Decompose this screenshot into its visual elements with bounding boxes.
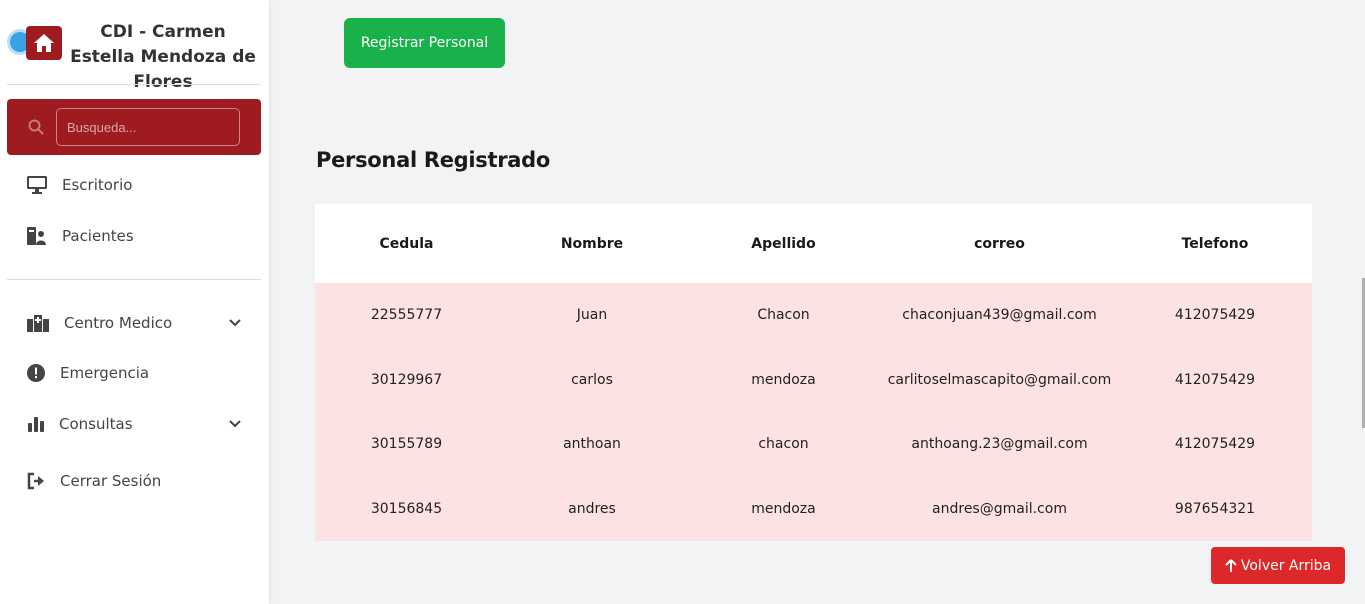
chevron-down-icon[interactable] bbox=[228, 419, 242, 429]
exclamation-circle-icon bbox=[26, 362, 48, 384]
table-row: 22555777 Juan Chacon chaconjuan439@gmail… bbox=[315, 283, 1312, 348]
cell-telefono: 412075429 bbox=[1174, 436, 1256, 453]
table-row: 30156845 andres mendoza andres@gmail.com… bbox=[315, 477, 1312, 542]
sidebar-item-emergencia[interactable]: Emergencia bbox=[26, 361, 149, 385]
sidebar-item-escritorio[interactable]: Escritorio bbox=[26, 173, 132, 197]
arrow-up-icon bbox=[1225, 558, 1237, 572]
sidebar-item-centro-medico[interactable]: Centro Medico bbox=[26, 311, 172, 335]
back-to-top-button[interactable]: Volver Arriba bbox=[1211, 547, 1345, 584]
cell-nombre: Juan bbox=[576, 307, 608, 324]
cell-telefono: 412075429 bbox=[1174, 307, 1256, 324]
register-staff-button[interactable]: Registrar Personal bbox=[344, 18, 505, 68]
sidebar-item-pacientes[interactable]: Pacientes bbox=[26, 224, 134, 248]
sidebar-item-label: Consultas bbox=[59, 415, 133, 433]
logout-icon bbox=[26, 470, 48, 492]
column-header: correo bbox=[974, 235, 1025, 252]
cell-nombre: andres bbox=[568, 500, 616, 517]
table-header: Cedula Nombre Apellido correo Telefono bbox=[315, 204, 1312, 283]
sidebar-item-label: Emergencia bbox=[60, 364, 150, 382]
divider bbox=[7, 84, 261, 85]
cell-correo: anthoang.23@gmail.com bbox=[911, 436, 1088, 453]
search-input[interactable] bbox=[56, 108, 240, 146]
cell-correo: chaconjuan439@gmail.com bbox=[902, 307, 1097, 324]
cell-nombre: anthoan bbox=[563, 436, 621, 453]
column-header: Telefono bbox=[1181, 235, 1249, 252]
staff-table: Cedula Nombre Apellido correo Telefono 2… bbox=[315, 204, 1312, 541]
cell-cedula: 22555777 bbox=[370, 307, 443, 324]
sidebar-item-label: Centro Medico bbox=[64, 314, 173, 332]
search-icon bbox=[28, 119, 44, 135]
divider bbox=[7, 279, 261, 280]
cell-cedula: 30156845 bbox=[370, 500, 443, 517]
table-body: 22555777 Juan Chacon chaconjuan439@gmail… bbox=[315, 283, 1312, 541]
column-header: Apellido bbox=[751, 235, 816, 252]
cell-apellido: mendoza bbox=[751, 371, 816, 388]
patient-id-icon bbox=[26, 225, 50, 247]
table-row: 30155789 anthoan chacon anthoang.23@gmai… bbox=[315, 412, 1312, 477]
sidebar-item-label: Cerrar Sesión bbox=[60, 472, 162, 490]
cell-cedula: 30155789 bbox=[370, 436, 443, 453]
search-box bbox=[7, 99, 261, 155]
page-title: Personal Registrado bbox=[316, 148, 551, 172]
chevron-down-icon[interactable] bbox=[228, 318, 242, 328]
cell-telefono: 987654321 bbox=[1174, 500, 1256, 517]
column-header: Nombre bbox=[560, 235, 624, 252]
cell-correo: andres@gmail.com bbox=[932, 500, 1067, 517]
cell-telefono: 412075429 bbox=[1174, 371, 1256, 388]
back-to-top-label: Volver Arriba bbox=[1240, 557, 1332, 574]
cell-nombre: carlos bbox=[571, 371, 613, 388]
cell-apellido: Chacon bbox=[757, 307, 810, 324]
cell-correo: carlitoselmascapito@gmail.com bbox=[887, 371, 1112, 388]
brand-header: CDI - Carmen Estella Mendoza de Flores bbox=[8, 8, 261, 92]
bar-chart-icon bbox=[26, 413, 47, 435]
sidebar-item-label: Escritorio bbox=[62, 176, 133, 194]
cell-apellido: mendoza bbox=[751, 500, 816, 517]
cell-cedula: 30129967 bbox=[370, 371, 443, 388]
main-content: Registrar Personal Personal Registrado C… bbox=[269, 0, 1365, 604]
sidebar-item-consultas[interactable]: Consultas bbox=[26, 412, 133, 436]
sidebar: CDI - Carmen Estella Mendoza de Flores E… bbox=[0, 0, 269, 604]
sidebar-item-label: Pacientes bbox=[62, 227, 134, 245]
column-header: Cedula bbox=[379, 235, 434, 252]
sidebar-item-cerrar-sesion[interactable]: Cerrar Sesión bbox=[26, 469, 161, 493]
cell-apellido: chacon bbox=[758, 436, 809, 453]
hospital-icon bbox=[26, 312, 52, 334]
monitor-icon bbox=[26, 174, 50, 196]
table-row: 30129967 carlos mendoza carlitoselmascap… bbox=[315, 348, 1312, 413]
home-icon[interactable] bbox=[26, 26, 62, 60]
